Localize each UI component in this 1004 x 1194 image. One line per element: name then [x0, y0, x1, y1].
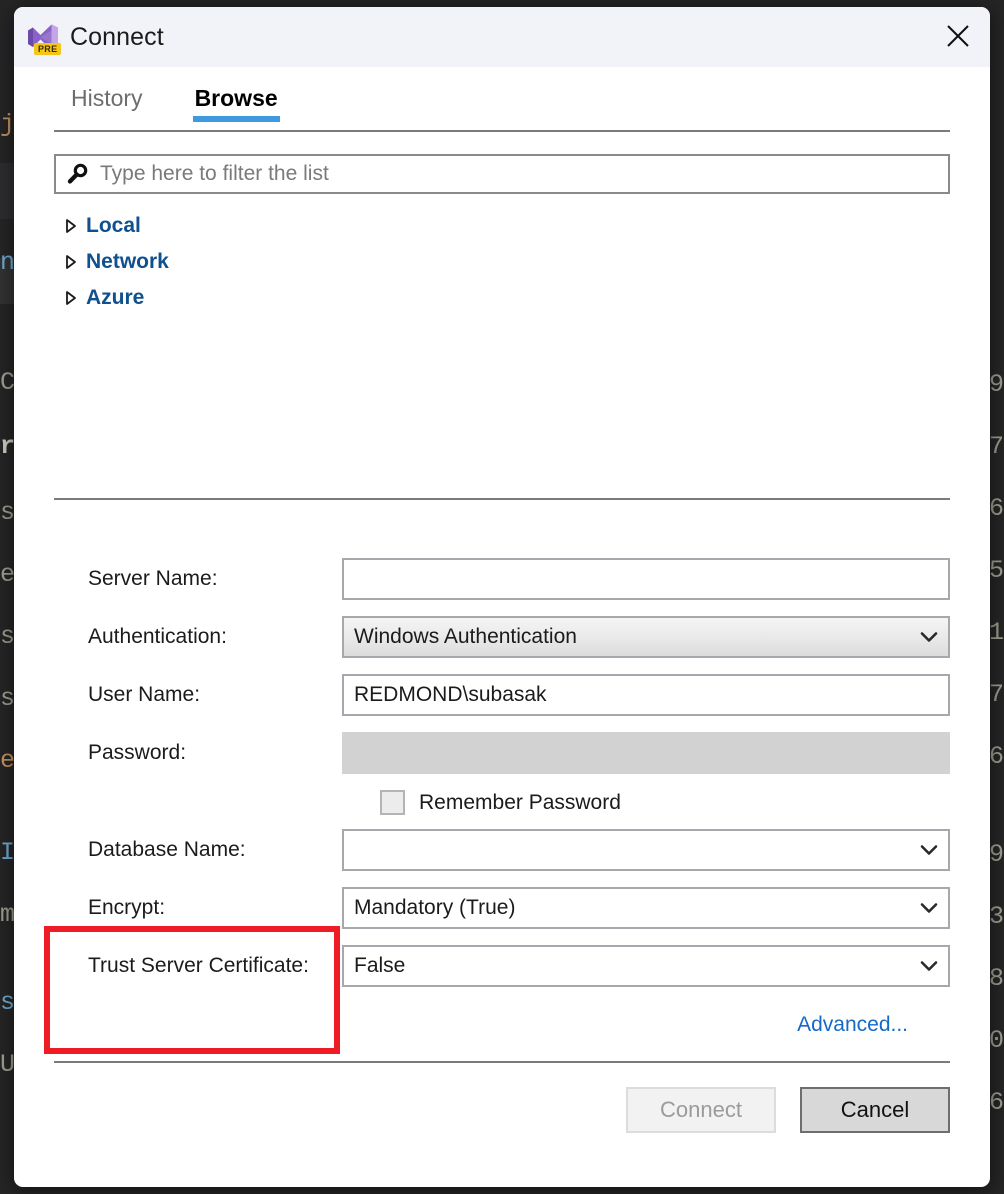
dialog-footer: Connect Cancel [14, 1063, 990, 1133]
password-input[interactable] [342, 732, 950, 774]
connect-dialog: PRE Connect History Browse Type here to … [14, 7, 990, 1187]
tab-bar: History Browse [14, 67, 990, 126]
dialog-titlebar: PRE Connect [14, 7, 990, 67]
password-label: Password: [88, 741, 187, 764]
connect-button-label: Connect [660, 1097, 742, 1122]
tab-separator [54, 130, 950, 132]
chevron-down-icon [920, 845, 938, 855]
password-row: Password: [52, 732, 950, 774]
trust-server-certificate-dropdown[interactable]: False [342, 945, 950, 987]
search-icon [67, 163, 88, 184]
chevron-right-icon[interactable] [64, 218, 86, 234]
chevron-right-icon[interactable] [64, 290, 86, 306]
tab-browse-label: Browse [194, 85, 278, 111]
remember-password-checkbox[interactable] [380, 790, 405, 815]
tree-node-network[interactable]: Network [54, 244, 950, 280]
trust-server-certificate-row: Trust Server Certificate: False [52, 945, 950, 987]
tree-empty-space [54, 316, 950, 498]
connection-form: Server Name: Authentication: Windows Aut… [14, 500, 990, 1037]
tab-history-label: History [71, 85, 143, 111]
remember-password-label: Remember Password [419, 790, 621, 814]
encrypt-dropdown[interactable]: Mandatory (True) [342, 887, 950, 929]
cancel-button-label: Cancel [840, 1097, 910, 1122]
server-name-row: Server Name: [52, 558, 950, 600]
background-code-fragment: e [0, 746, 16, 775]
tree-node-azure[interactable]: Azure [54, 280, 950, 316]
close-icon[interactable] [926, 7, 990, 65]
authentication-dropdown[interactable]: Windows Authentication [342, 616, 950, 658]
database-name-dropdown[interactable] [342, 829, 950, 871]
advanced-link[interactable]: Advanced... [797, 1013, 908, 1037]
preview-badge: PRE [34, 43, 62, 55]
chevron-down-icon [920, 961, 938, 971]
tree-node-label: Network [86, 250, 169, 273]
chevron-down-icon [920, 903, 938, 913]
user-name-row: User Name: REDMOND\subasak [52, 674, 950, 716]
server-name-input[interactable] [342, 558, 950, 600]
tab-history[interactable]: History [69, 81, 145, 126]
server-name-label: Server Name: [88, 567, 218, 590]
encrypt-label: Encrypt: [88, 896, 166, 919]
server-tree: Local Network Azure [54, 208, 950, 498]
cancel-button[interactable]: Cancel [800, 1087, 950, 1133]
background-code-fragment: n [0, 248, 16, 277]
authentication-label: Authentication: [88, 625, 227, 648]
authentication-value: Windows Authentication [354, 625, 577, 648]
database-name-label: Database Name: [88, 838, 246, 861]
user-name-value: REDMOND\subasak [354, 683, 547, 706]
connect-button[interactable]: Connect [626, 1087, 776, 1133]
tree-node-label: Local [86, 214, 141, 237]
authentication-row: Authentication: Windows Authentication [52, 616, 950, 658]
advanced-row: Advanced... [52, 1003, 950, 1037]
filter-input[interactable] [98, 161, 938, 187]
trust-server-certificate-label: Trust Server Certificate: [88, 954, 309, 977]
user-name-input[interactable]: REDMOND\subasak [342, 674, 950, 716]
database-name-row: Database Name: [52, 829, 950, 871]
browse-panel: Local Network Azure [14, 154, 990, 498]
encrypt-row: Encrypt: Mandatory (True) [52, 887, 950, 929]
background-code-fragment: U [0, 1050, 16, 1079]
chevron-down-icon [920, 632, 938, 642]
trust-server-certificate-value: False [354, 954, 406, 977]
background-code-fragment: m [0, 900, 16, 929]
tree-node-label: Azure [86, 286, 145, 309]
remember-password-row[interactable]: Remember Password [380, 790, 950, 815]
background-code-fragment: e [0, 560, 16, 589]
dialog-title: Connect [70, 22, 164, 51]
visual-studio-preview-icon: PRE [26, 20, 62, 55]
filter-box[interactable] [54, 154, 950, 194]
tab-browse[interactable]: Browse [192, 81, 280, 126]
chevron-right-icon[interactable] [64, 254, 86, 270]
tree-node-local[interactable]: Local [54, 208, 950, 244]
encrypt-value: Mandatory (True) [354, 896, 516, 919]
user-name-label: User Name: [88, 683, 201, 706]
